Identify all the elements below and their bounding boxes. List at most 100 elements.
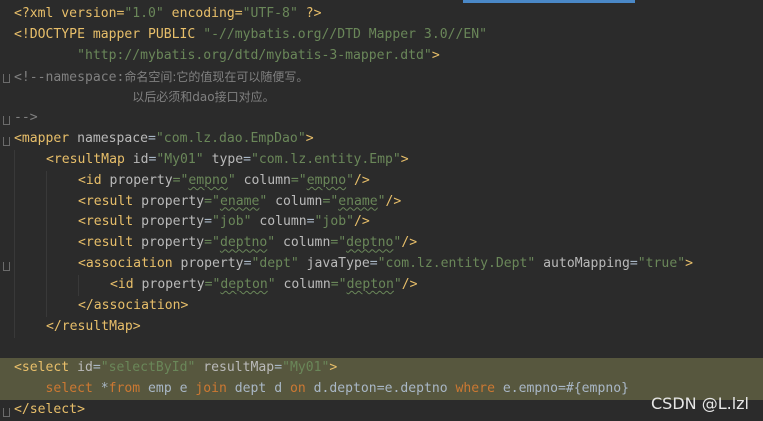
attribute-value: "job" — [212, 214, 252, 230]
sql-keyword: from — [108, 381, 149, 397]
fold-marker-icon[interactable] — [3, 116, 10, 125]
attribute-name: autoMapping — [535, 256, 630, 272]
tag-name: <id — [78, 172, 110, 188]
attribute-name: column — [275, 276, 331, 292]
fold-marker-icon[interactable] — [3, 74, 10, 83]
code-line-19-selected: select *from emp e join dept d on d.dept… — [0, 379, 763, 401]
comment-text: <!--namespace: — [14, 69, 125, 85]
watermark: CSDN @L.lzl — [651, 394, 749, 413]
attribute-name: column — [251, 214, 307, 230]
attribute-name: resultMap — [195, 360, 275, 376]
attribute-name: id — [132, 151, 149, 167]
string-literal: "1.0" — [124, 6, 164, 21]
indent-guide — [14, 316, 15, 338]
indent-guide — [14, 191, 15, 213]
indent-guide — [14, 149, 15, 171]
sql-keyword: where — [455, 381, 503, 397]
horizontal-scroll-thumb[interactable] — [463, 0, 635, 3]
attribute-value: empno — [306, 172, 347, 188]
code-area[interactable]: <?xml version="1.0" encoding="UTF-8" ?> … — [0, 4, 763, 421]
indent-guide — [14, 170, 15, 192]
tag-bracket: > — [305, 131, 314, 147]
attribute-name: property — [141, 235, 205, 251]
attribute-value: =" — [330, 276, 347, 292]
tag-bracket: > — [329, 360, 338, 376]
attribute-value: =" — [330, 235, 347, 251]
attribute-name: property — [141, 276, 205, 292]
attribute-value: "com.lz.entity.Dept" — [377, 256, 536, 272]
code-line-16: </resultMap> — [14, 316, 763, 338]
attribute-name: column — [275, 235, 331, 251]
tag-name: <select — [14, 360, 78, 376]
attribute-value: " — [267, 276, 276, 292]
attribute-value: "true" — [637, 256, 686, 272]
attribute-value: "com.lz.dao.EmpDao" — [155, 131, 306, 147]
indent-guide — [46, 191, 47, 213]
attribute-value: "selectById" — [100, 360, 196, 376]
attribute-value: =" — [204, 276, 221, 292]
attribute-value: "dept" — [251, 256, 299, 272]
attribute-name: column — [267, 193, 323, 209]
indent-guide — [78, 274, 79, 296]
tag-name: </resultMap> — [46, 318, 141, 334]
fold-marker-icon[interactable] — [3, 408, 10, 417]
attribute-name: property — [180, 256, 244, 272]
code-line-9: <id property="empno" column="empno"/> — [14, 170, 763, 192]
indent-guide — [14, 254, 15, 275]
code-line-2: <!DOCTYPE mapper PUBLIC "-//mybatis.org/… — [14, 25, 763, 46]
attribute-value: =" — [322, 193, 339, 209]
code-line-7: <mapper namespace="com.lz.dao.EmpDao"> — [14, 129, 763, 150]
attribute-value: deptno — [346, 235, 394, 251]
equals-sign: = — [306, 214, 315, 230]
attribute-name: javaType — [298, 256, 370, 272]
attribute-value: ename — [219, 193, 260, 209]
doctype-keyword: <!DOCTYPE mapper PUBLIC — [14, 26, 204, 42]
code-line-12: <result property="deptno" column="deptno… — [14, 233, 763, 255]
code-editor[interactable]: <?xml version="1.0" encoding="UTF-8" ?> … — [0, 0, 763, 421]
equals-sign: = — [369, 256, 378, 272]
attribute-value: "My01" — [282, 360, 330, 376]
attribute-value: " — [377, 193, 386, 209]
fold-marker-icon[interactable] — [3, 137, 10, 146]
indent-guide — [14, 274, 15, 296]
attribute-name: type — [203, 151, 244, 167]
sql-keyword: on — [289, 381, 314, 397]
code-line-13: <association property="dept" javaType="c… — [14, 254, 763, 275]
sql-text: dept d — [234, 381, 290, 397]
indent-guide — [46, 233, 47, 255]
code-line-3: "http://mybatis.org/dtd/mybatis-3-mapper… — [14, 46, 763, 67]
attribute-value: depton — [220, 276, 268, 292]
code-line-8: <resultMap id="My01" type="com.lz.entity… — [14, 149, 763, 171]
attribute-value: ename — [338, 193, 378, 209]
attribute-value: depton — [346, 276, 394, 292]
attribute-value: "com.lz.entity.Emp" — [251, 151, 401, 167]
code-line-6: --> — [14, 108, 763, 129]
tag-bracket: /> — [353, 214, 370, 230]
tag-name: <resultMap — [46, 151, 133, 167]
equals-sign: = — [148, 131, 156, 147]
tag-name: <mapper — [14, 131, 78, 147]
tag-bracket: > — [685, 256, 693, 272]
attribute-name: property — [141, 193, 205, 209]
indent-guide — [14, 233, 15, 255]
comment-text: 命名空间:它的值现在可以随便写。 — [124, 69, 309, 84]
attribute-name: property — [141, 214, 205, 230]
fold-marker-icon[interactable] — [3, 262, 10, 271]
attribute-value: =" — [290, 172, 307, 188]
tag-name: <result — [78, 235, 142, 251]
sql-keyword: select — [45, 381, 101, 397]
tag-name: <result — [78, 193, 142, 209]
comment-text: 以后必须和dao接口对应。 — [132, 90, 275, 105]
attribute-value: =" — [204, 235, 220, 251]
tag-name: <id — [110, 276, 142, 292]
tag-bracket: > — [400, 151, 409, 167]
attribute-value: " — [346, 172, 354, 188]
code-line-14: <id property="depton" column="depton"/> — [14, 274, 763, 296]
indent-guide — [46, 295, 47, 317]
indent-guide — [14, 212, 15, 234]
equals-sign: = — [274, 360, 283, 376]
equals-sign: = — [243, 151, 252, 167]
tag-name: </select> — [14, 402, 85, 418]
tag-bracket: /> — [401, 276, 418, 292]
